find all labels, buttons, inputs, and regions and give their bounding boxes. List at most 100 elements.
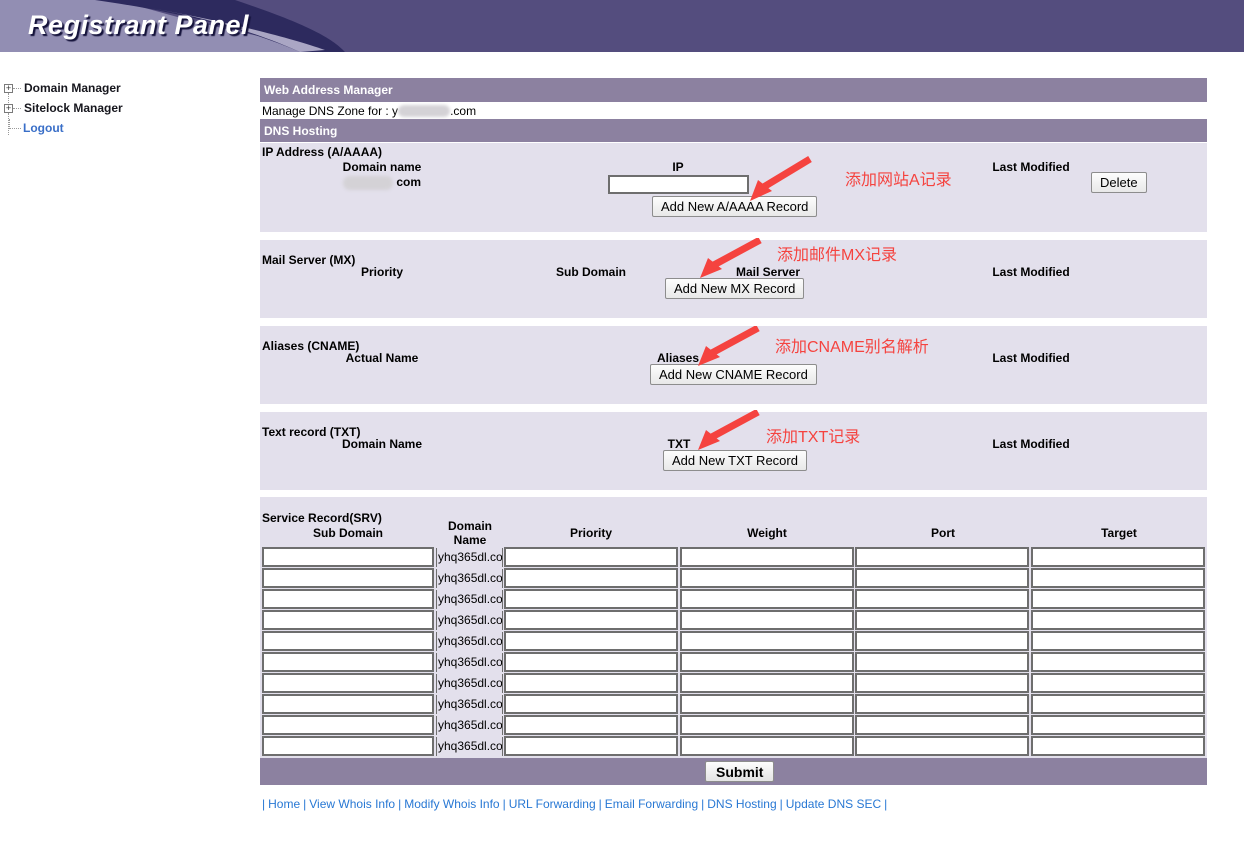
last-modified-header: Last Modified [961, 351, 1101, 365]
srv-port-input[interactable] [855, 547, 1029, 567]
srv-target-input[interactable] [1031, 715, 1205, 735]
srv-table-row: yhq365dl.com [260, 610, 1207, 631]
srv-weight-input[interactable] [680, 610, 854, 630]
srv-domain-name-cell: yhq365dl.com [436, 716, 503, 735]
red-arrow-icon [698, 238, 766, 280]
srv-sub-domain-input[interactable] [262, 631, 434, 651]
sidebar-item-sitelock-manager[interactable]: + Sitelock Manager [2, 98, 252, 118]
ip-header: IP [608, 160, 748, 174]
srv-domain-name-cell: yhq365dl.com [436, 611, 503, 630]
footer-link-view-whois-info[interactable]: View Whois Info [309, 797, 395, 811]
srv-priority-input[interactable] [504, 589, 678, 609]
a-record-section: IP Address (A/AAAA) Domain name com IP A… [260, 143, 1207, 232]
submit-button[interactable]: Submit [705, 761, 774, 782]
srv-priority-input[interactable] [504, 610, 678, 630]
srv-priority-input[interactable] [504, 715, 678, 735]
last-modified-header: Last Modified [961, 437, 1101, 451]
srv-port-input[interactable] [855, 652, 1029, 672]
srv-priority-input[interactable] [504, 673, 678, 693]
expand-plus-icon[interactable]: + [4, 104, 13, 113]
srv-sub-domain-input[interactable] [262, 715, 434, 735]
srv-priority-header: Priority [521, 526, 661, 540]
srv-record-section: Service Record(SRV) Sub Domain Domain Na… [260, 497, 1207, 758]
srv-target-input[interactable] [1031, 631, 1205, 651]
sidebar-navigation: + Domain Manager + Sitelock Manager Logo… [2, 78, 252, 138]
manage-zone-prefix: Manage DNS Zone for : y [262, 104, 398, 118]
srv-table-row: yhq365dl.com [260, 673, 1207, 694]
srv-port-input[interactable] [855, 631, 1029, 651]
footer-link-home[interactable]: Home [268, 797, 300, 811]
srv-weight-input[interactable] [680, 589, 854, 609]
srv-sub-domain-input[interactable] [262, 610, 434, 630]
srv-weight-input[interactable] [680, 715, 854, 735]
footer-links: |Home|View Whois Info|Modify Whois Info|… [262, 797, 887, 811]
sidebar-item-label[interactable]: Domain Manager [24, 81, 121, 95]
srv-priority-input[interactable] [504, 568, 678, 588]
actual-name-header: Actual Name [312, 351, 452, 365]
srv-table-row: yhq365dl.com [260, 715, 1207, 736]
cname-record-annotation: 添加CNAME别名解析 [775, 333, 929, 357]
srv-priority-input[interactable] [504, 652, 678, 672]
srv-weight-input[interactable] [680, 736, 854, 756]
add-mx-record-button[interactable]: Add New MX Record [665, 278, 804, 299]
srv-sub-domain-input[interactable] [262, 547, 434, 567]
logout-link[interactable]: Logout [23, 121, 64, 135]
srv-target-input[interactable] [1031, 610, 1205, 630]
srv-domain-name-cell: yhq365dl.com [436, 590, 503, 609]
srv-target-input[interactable] [1031, 694, 1205, 714]
srv-domain-name-cell: yhq365dl.com [436, 653, 503, 672]
srv-target-input[interactable] [1031, 652, 1205, 672]
srv-port-input[interactable] [855, 610, 1029, 630]
srv-sub-domain-input[interactable] [262, 568, 434, 588]
footer-link-update-dns-sec[interactable]: Update DNS SEC [786, 797, 881, 811]
srv-domain-name-cell: yhq365dl.com [436, 695, 503, 714]
srv-priority-input[interactable] [504, 694, 678, 714]
srv-priority-input[interactable] [504, 736, 678, 756]
srv-priority-input[interactable] [504, 547, 678, 567]
srv-weight-input[interactable] [680, 652, 854, 672]
ip-input[interactable] [608, 175, 749, 194]
srv-port-input[interactable] [855, 736, 1029, 756]
srv-sub-domain-input[interactable] [262, 736, 434, 756]
footer-link-dns-hosting[interactable]: DNS Hosting [707, 797, 776, 811]
srv-sub-domain-input[interactable] [262, 589, 434, 609]
srv-target-input[interactable] [1031, 736, 1205, 756]
add-txt-record-button[interactable]: Add New TXT Record [663, 450, 807, 471]
srv-weight-input[interactable] [680, 673, 854, 693]
srv-weight-input[interactable] [680, 631, 854, 651]
srv-port-input[interactable] [855, 715, 1029, 735]
srv-port-input[interactable] [855, 568, 1029, 588]
srv-table-row: yhq365dl.com [260, 652, 1207, 673]
srv-priority-input[interactable] [504, 631, 678, 651]
footer-link-modify-whois-info[interactable]: Modify Whois Info [404, 797, 499, 811]
srv-port-input[interactable] [855, 694, 1029, 714]
srv-target-input[interactable] [1031, 547, 1205, 567]
srv-target-input[interactable] [1031, 589, 1205, 609]
sidebar-item-label[interactable]: Sitelock Manager [24, 101, 123, 115]
tree-elbow-line [9, 119, 21, 129]
srv-weight-input[interactable] [680, 694, 854, 714]
srv-domain-name-cell: yhq365dl.com [436, 569, 503, 588]
delete-button[interactable]: Delete [1091, 172, 1147, 193]
sidebar-item-logout[interactable]: Logout [9, 118, 252, 138]
footer-link-url-forwarding[interactable]: URL Forwarding [509, 797, 596, 811]
srv-port-input[interactable] [855, 673, 1029, 693]
srv-weight-header: Weight [697, 526, 837, 540]
srv-port-input[interactable] [855, 589, 1029, 609]
expand-plus-icon[interactable]: + [4, 84, 13, 93]
last-modified-header: Last Modified [961, 160, 1101, 174]
srv-weight-input[interactable] [680, 568, 854, 588]
srv-sub-domain-input[interactable] [262, 694, 434, 714]
sidebar-item-domain-manager[interactable]: + Domain Manager [2, 78, 252, 98]
srv-sub-domain-input[interactable] [262, 673, 434, 693]
srv-domain-name-cell: yhq365dl.com [436, 632, 503, 651]
srv-sub-domain-input[interactable] [262, 652, 434, 672]
srv-table-row: yhq365dl.com [260, 631, 1207, 652]
footer-link-email-forwarding[interactable]: Email Forwarding [605, 797, 698, 811]
srv-weight-input[interactable] [680, 547, 854, 567]
a-record-annotation: 添加网站A记录 [845, 166, 952, 190]
txt-record-section: Text record (TXT) Domain Name TXT Add Ne… [260, 412, 1207, 490]
srv-target-input[interactable] [1031, 673, 1205, 693]
manage-zone-suffix: .com [450, 104, 476, 118]
srv-target-input[interactable] [1031, 568, 1205, 588]
